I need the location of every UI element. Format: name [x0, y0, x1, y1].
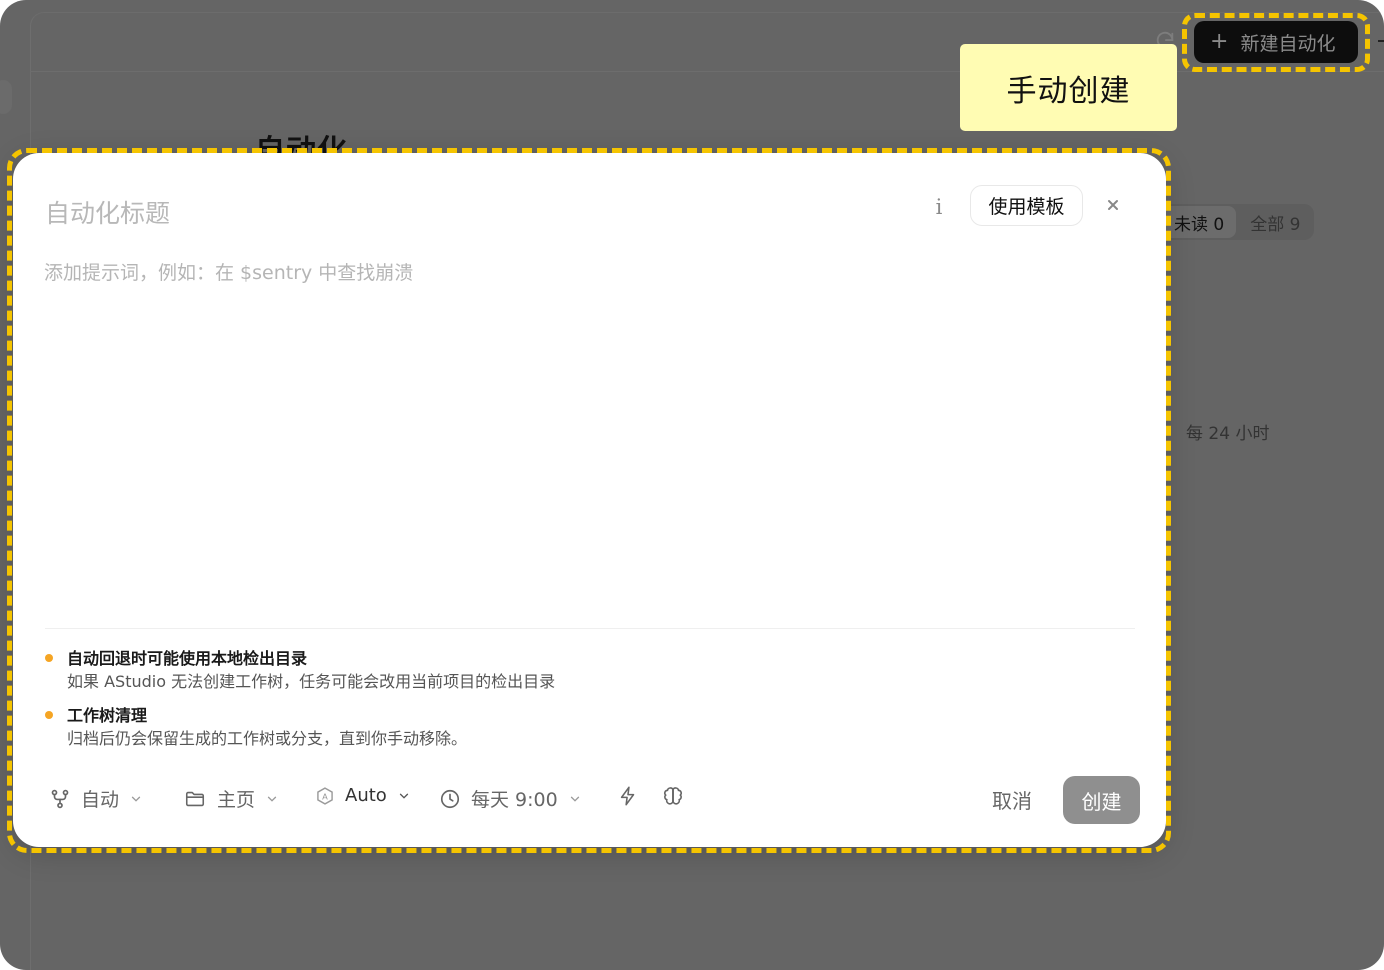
window-edge-mark — [1378, 40, 1384, 42]
toolbar-divider — [30, 71, 1384, 72]
callout-label: 手动创建 — [960, 44, 1177, 131]
schedule-text: 每 24 小时 — [1186, 424, 1270, 444]
filter-tabs: 未读 0 全部 9 — [1160, 204, 1315, 240]
sidebar-handle — [0, 80, 12, 114]
highlight-dialog — [7, 148, 1171, 853]
tab-unread[interactable]: 未读 0 — [1162, 206, 1237, 238]
highlight-new-automation — [1182, 13, 1370, 72]
tab-all[interactable]: 全部 9 — [1238, 206, 1312, 238]
